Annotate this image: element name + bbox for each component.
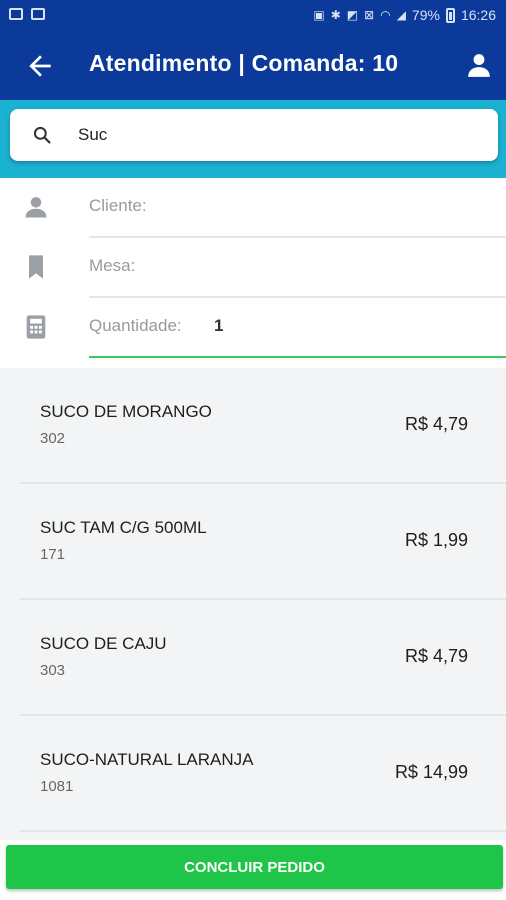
product-code: 303 <box>40 662 66 679</box>
table-field[interactable]: Mesa: <box>0 238 506 298</box>
product-code: 1081 <box>40 778 74 795</box>
product-name: SUC TAM C/G 500ML <box>40 518 207 537</box>
list-item[interactable]: SUCO DE MORANGO 302 R$ 4,79 <box>20 368 506 484</box>
user-icon <box>468 54 490 77</box>
client-field[interactable]: Cliente: <box>0 178 506 238</box>
bookmark-icon <box>29 255 43 279</box>
product-price: R$ 14,99 <box>394 762 468 782</box>
calculator-icon <box>26 315 46 339</box>
product-list[interactable]: SUCO DE MORANGO 302 R$ 4,79 SUC TAM C/G … <box>0 368 506 840</box>
quantity-field[interactable]: Quantidade: 1 <box>0 298 506 358</box>
list-item[interactable]: SUC TAM C/G 500ML 171 R$ 1,99 <box>20 484 506 600</box>
bluetooth-icon: ✱ <box>330 8 341 22</box>
table-label: Mesa: <box>89 256 136 275</box>
clock: 16:26 <box>460 7 496 23</box>
product-name: SUCO-NATURAL LARANJA <box>40 750 254 769</box>
search-band <box>0 100 506 178</box>
status-bar: ▣ ✱ ◩ ⊠ ◠ ◢ 79% 16:26 <box>0 0 506 32</box>
order-form: Cliente: Mesa: Quantidade: 1 <box>0 178 506 368</box>
product-code: 302 <box>40 430 66 447</box>
signal-icon: ◢ <box>396 8 406 22</box>
search-icon <box>33 126 51 144</box>
person-icon <box>25 197 47 218</box>
sim-notification-icon <box>31 8 45 20</box>
product-price: R$ 1,99 <box>404 530 468 550</box>
mute-icon: ⊠ <box>364 8 375 22</box>
quantity-label: Quantidade: <box>89 316 182 335</box>
quantity-underline <box>89 356 506 358</box>
search-box[interactable] <box>10 109 498 161</box>
status-right: ▣ ✱ ◩ ⊠ ◠ ◢ 79% 16:26 <box>313 7 496 23</box>
status-left <box>9 8 45 20</box>
page-title: Atendimento | Comanda: 10 <box>89 50 399 76</box>
product-name: SUCO DE CAJU <box>40 634 167 653</box>
nfc-icon: ◩ <box>346 8 359 22</box>
product-code: 171 <box>40 546 66 563</box>
search-input[interactable] <box>78 121 478 149</box>
back-button[interactable] <box>24 50 56 82</box>
lock-icon: ▣ <box>313 8 325 22</box>
product-price: R$ 4,79 <box>404 646 468 666</box>
gallery-notification-icon <box>9 8 23 20</box>
product-price: R$ 4,79 <box>404 414 468 434</box>
app-bar: Atendimento | Comanda: 10 <box>0 32 506 100</box>
product-name: SUCO DE MORANGO <box>40 402 212 421</box>
client-label: Cliente: <box>89 196 147 215</box>
wifi-icon: ◠ <box>380 8 391 22</box>
footer: CONCLUIR PEDIDO <box>0 840 506 900</box>
list-item[interactable]: SUCO-NATURAL LARANJA 1081 R$ 14,99 <box>20 716 506 832</box>
user-button[interactable] <box>466 52 492 78</box>
screen: ▣ ✱ ◩ ⊠ ◠ ◢ 79% 16:26 Atendimento | Coma… <box>0 0 506 900</box>
arrow-left-icon <box>29 55 51 77</box>
battery-icon <box>445 7 455 23</box>
list-item[interactable]: SUCO DE CAJU 303 R$ 4,79 <box>20 600 506 716</box>
conclude-order-button[interactable]: CONCLUIR PEDIDO <box>6 845 503 889</box>
quantity-value[interactable]: 1 <box>214 316 223 336</box>
battery-percent: 79% <box>411 7 440 23</box>
